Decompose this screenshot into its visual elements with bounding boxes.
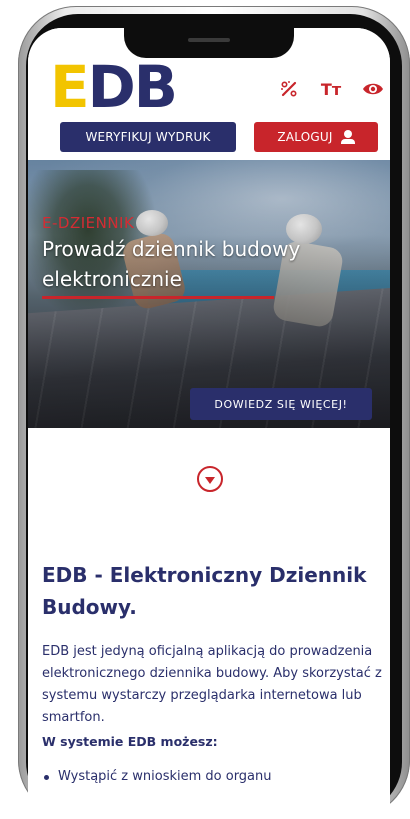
user-icon: [340, 130, 355, 144]
list-item: Wystąpić z wnioskiem do organu: [42, 766, 382, 788]
intro-paragraph: EDB jest jedyną oficjalną aplikacją do p…: [42, 644, 382, 725]
learn-more-button[interactable]: DOWIEDZ SIĘ WIĘCEJ!: [190, 388, 372, 420]
bottom-fade: [28, 798, 390, 819]
eye-icon[interactable]: [362, 78, 384, 100]
contrast-icon[interactable]: [278, 78, 300, 100]
chevron-down-icon: [205, 477, 215, 484]
hero-title: Prowadź dziennik budowy elektronicznie: [42, 237, 301, 291]
phone-notch: [124, 28, 294, 58]
hero-kicker: E-DZIENNIK: [42, 214, 135, 232]
verify-printout-button[interactable]: WERYFIKUJ WYDRUK: [60, 122, 236, 152]
section-title: EDB - Elektroniczny Dziennik Budowy.: [42, 562, 367, 619]
contrast-icon-svg: [281, 81, 297, 97]
speaker-grille: [188, 38, 230, 42]
font-size-button[interactable]: Tт: [320, 78, 342, 100]
edb-logo[interactable]: EDB: [50, 58, 178, 116]
chevron-down-circle-icon[interactable]: [197, 466, 223, 492]
features-subheading: W systemie EDB możesz:: [42, 734, 218, 749]
login-button-label: ZALOGUJ: [277, 130, 333, 144]
screen: EDB Tт WERYFIKUJ WYDRUK ZALOGUJ E-DZIENN…: [28, 28, 390, 819]
header-buttons: WERYFIKUJ WYDRUK ZALOGUJ: [60, 122, 378, 152]
logo-e: E: [50, 53, 90, 121]
logo-db: DB: [87, 53, 178, 121]
hero-underline: [42, 296, 274, 299]
accessibility-tools: Tт: [278, 78, 384, 100]
login-button[interactable]: ZALOGUJ: [254, 122, 378, 152]
features-list: Wystąpić z wnioskiem do organu: [42, 766, 382, 788]
hero-banner: E-DZIENNIK Prowadź dziennik budowy elekt…: [28, 160, 390, 428]
eye-icon-svg: [363, 83, 383, 95]
